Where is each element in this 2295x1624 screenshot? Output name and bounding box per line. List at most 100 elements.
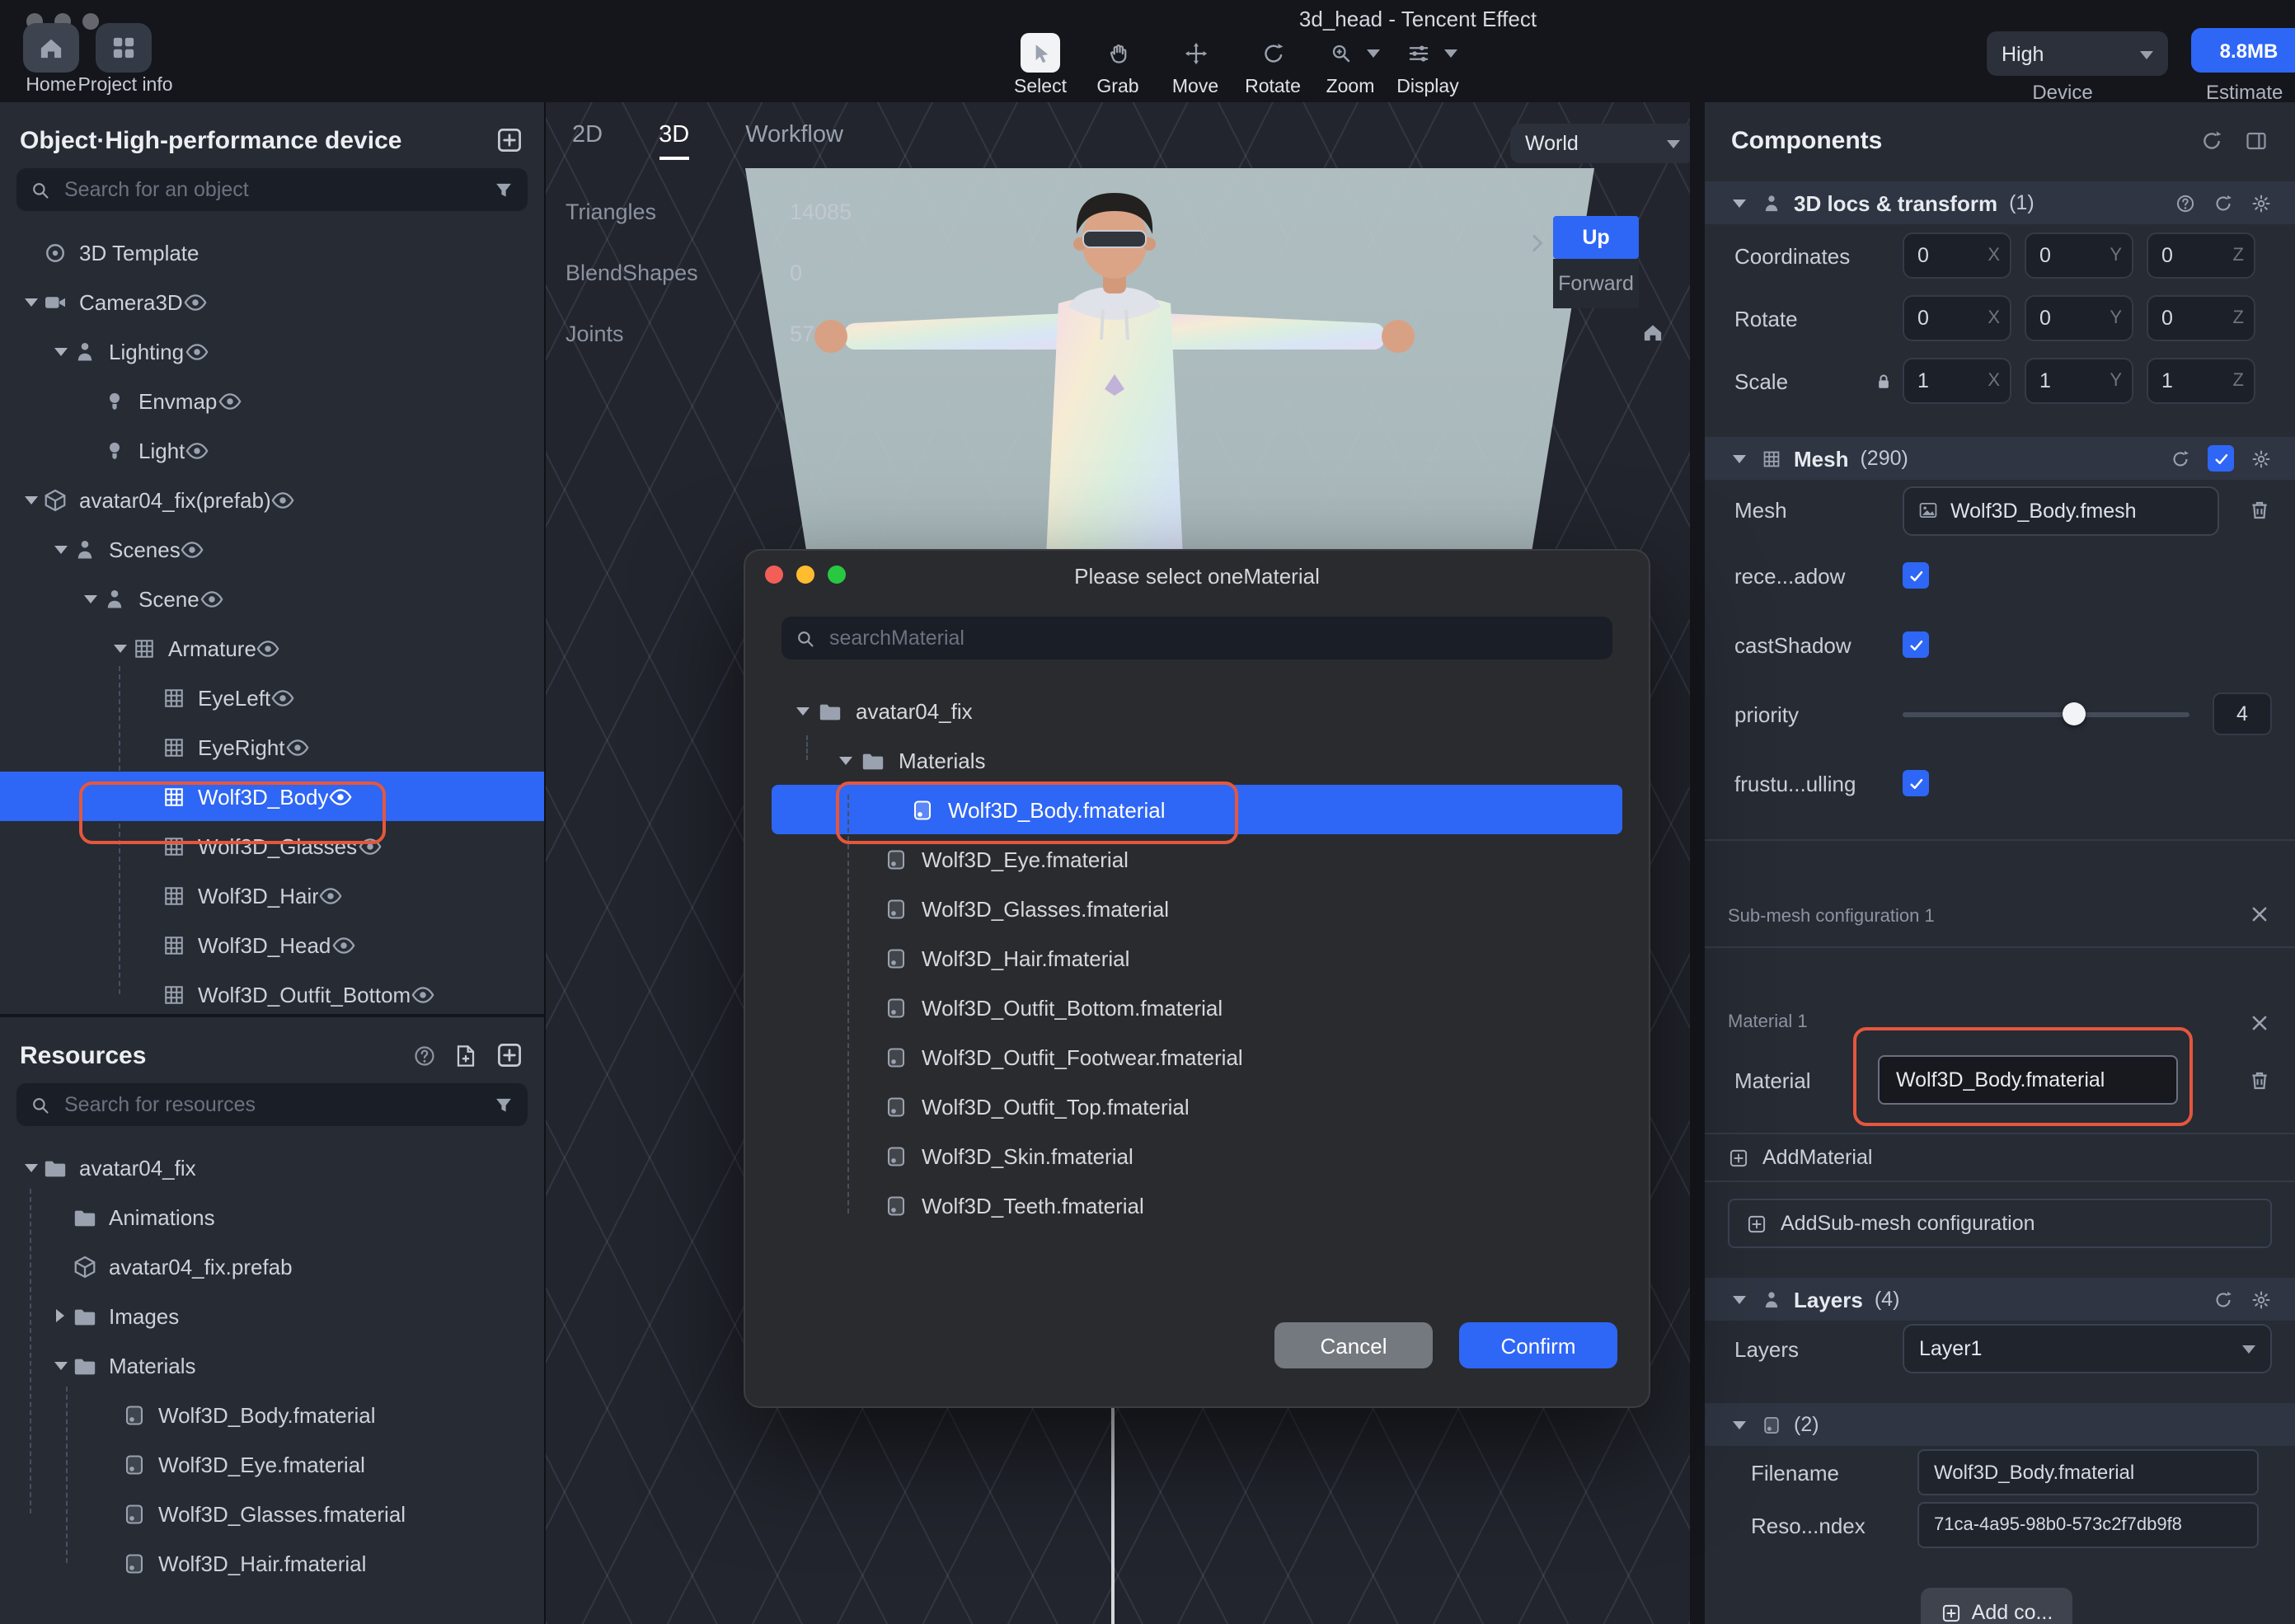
zoom-dropdown-caret[interactable] [1366,46,1379,59]
object-tree-item[interactable]: Wolf3D_Glasses [0,821,544,871]
section-transform[interactable]: 3D locs & transform (1) [1705,181,2295,224]
cancel-button[interactable]: Cancel [1274,1322,1433,1368]
add-object-button[interactable] [495,125,524,155]
close-icon[interactable] [2247,1010,2272,1035]
eye-visibility-icon[interactable] [331,932,355,957]
lock-icon[interactable] [1873,370,1894,392]
object-tree-item[interactable]: Wolf3D_Head [0,920,544,969]
rotate-y-field[interactable]: 0Y [2025,295,2133,341]
filter-icon[interactable] [493,179,514,200]
object-search[interactable] [16,168,528,211]
expand-arrow[interactable] [49,340,71,362]
modal-folder-item[interactable]: avatar04_fix [745,686,1649,735]
project-info-button[interactable] [96,23,152,73]
eye-visibility-icon[interactable] [184,339,209,364]
slider-knob[interactable] [2063,702,2086,725]
modal-minimize-button[interactable] [796,566,814,584]
modal-material-item[interactable]: Wolf3D_Outfit_Bottom.fmaterial [745,983,1649,1032]
close-icon[interactable] [2247,902,2272,927]
select-tool[interactable]: Select [1009,33,1072,97]
modal-search[interactable] [781,617,1612,659]
eye-visibility-icon[interactable] [285,735,310,759]
eye-visibility-icon[interactable] [357,833,382,858]
modal-close-button[interactable] [765,566,783,584]
coordinate-y-field[interactable]: 0Y [2025,232,2133,279]
expand-arrow[interactable] [20,1157,41,1178]
resources-search[interactable] [16,1083,528,1126]
eye-visibility-icon[interactable] [271,487,296,512]
refresh-icon[interactable] [2213,1288,2234,1310]
gizmo-forward-button[interactable]: Forward [1553,259,1639,308]
modal-material-item-selected[interactable]: Wolf3D_Body.fmaterial [772,785,1622,834]
expand-arrow[interactable] [1728,448,1749,469]
resource-item[interactable]: Wolf3D_Eye.fmaterial [0,1439,544,1489]
expand-arrow[interactable] [1728,192,1749,214]
object-tree-item[interactable]: Wolf3D_Hair [0,871,544,920]
trash-icon[interactable] [2247,498,2272,523]
gear-icon[interactable] [2250,1288,2272,1310]
object-tree-item[interactable]: Camera3D [0,277,544,326]
section-file[interactable]: (2) [1705,1403,2295,1446]
modal-material-item[interactable]: Wolf3D_Hair.fmaterial [745,933,1649,983]
window-zoom-button[interactable] [82,13,99,30]
eye-visibility-icon[interactable] [199,586,224,611]
eye-visibility-icon[interactable] [185,438,209,462]
expand-arrow[interactable] [1728,1288,1749,1310]
rotate-z-field[interactable]: 0Z [2147,295,2255,341]
object-tree-item[interactable]: Lighting [0,326,544,376]
confirm-button[interactable]: Confirm [1459,1322,1617,1368]
resource-item[interactable]: Materials [0,1340,544,1390]
section-layers[interactable]: Layers (4) [1705,1278,2295,1321]
frustum-culling-checkbox[interactable] [1903,770,1929,796]
resource-item[interactable]: avatar04_fix [0,1143,544,1192]
modal-material-item[interactable]: Wolf3D_Outfit_Top.fmaterial [745,1082,1649,1131]
rotate-x-field[interactable]: 0X [1903,295,2011,341]
help-icon[interactable] [2175,192,2196,214]
mesh-asset-field[interactable]: Wolf3D_Body.fmesh [1903,486,2219,535]
resource-item[interactable]: Images [0,1291,544,1340]
resources-search-input[interactable] [61,1091,483,1118]
refresh-icon[interactable] [2213,192,2234,214]
grab-tool[interactable]: Grab [1086,33,1149,97]
expand-arrow[interactable] [49,538,71,560]
resource-index-field[interactable]: 71ca-4a95-98b0-573c2f7db9f8 [1917,1502,2259,1548]
scale-x-field[interactable]: 1X [1903,358,2011,404]
collapse-panel-icon[interactable] [2244,128,2269,153]
device-quality-select[interactable]: High [1987,31,2168,76]
eye-visibility-icon[interactable] [181,537,205,561]
eye-visibility-icon[interactable] [319,883,344,908]
object-tree-item[interactable]: Armature [0,623,544,673]
rotate-tool[interactable]: Rotate [1241,33,1304,97]
resource-item[interactable]: Wolf3D_Glasses.fmaterial [0,1489,544,1538]
eye-visibility-icon[interactable] [270,685,295,710]
priority-value-field[interactable]: 4 [2213,692,2272,735]
gear-icon[interactable] [2250,192,2272,214]
gizmo-up-button[interactable]: Up [1553,216,1639,259]
add-submesh-button[interactable]: AddSub-mesh configuration [1728,1199,2272,1248]
zoom-tool[interactable]: Zoom [1319,33,1382,97]
resource-item[interactable]: Wolf3D_Body.fmaterial [0,1390,544,1439]
coordinate-z-field[interactable]: 0Z [2147,232,2255,279]
eye-visibility-icon[interactable] [217,388,242,413]
eye-visibility-icon[interactable] [183,289,208,314]
modal-material-item[interactable]: Wolf3D_Skin.fmaterial [745,1131,1649,1180]
modal-window-controls[interactable] [765,566,846,584]
modal-folder-item[interactable]: Materials [745,735,1649,785]
move-tool[interactable]: Move [1164,33,1227,97]
cast-shadow-checkbox[interactable] [1903,631,1929,658]
tab-workflow[interactable]: Workflow [745,122,843,148]
material-input[interactable] [1878,1055,2178,1105]
expand-arrow[interactable] [20,489,41,510]
expand-arrow[interactable] [79,588,101,609]
object-tree-item[interactable]: EyeRight [0,722,544,772]
eye-visibility-icon[interactable] [329,784,354,809]
gizmo-chevron-icon[interactable] [1525,231,1550,256]
display-dropdown-caret[interactable] [1443,46,1457,59]
coordinate-x-field[interactable]: 0X [1903,232,2011,279]
object-tree-item[interactable]: EyeLeft [0,673,544,722]
help-icon[interactable] [412,1043,437,1068]
display-tool[interactable]: Display [1396,33,1459,97]
new-file-button[interactable] [453,1043,478,1068]
expand-arrow[interactable] [1728,1414,1749,1435]
expand-arrow[interactable] [109,637,130,659]
